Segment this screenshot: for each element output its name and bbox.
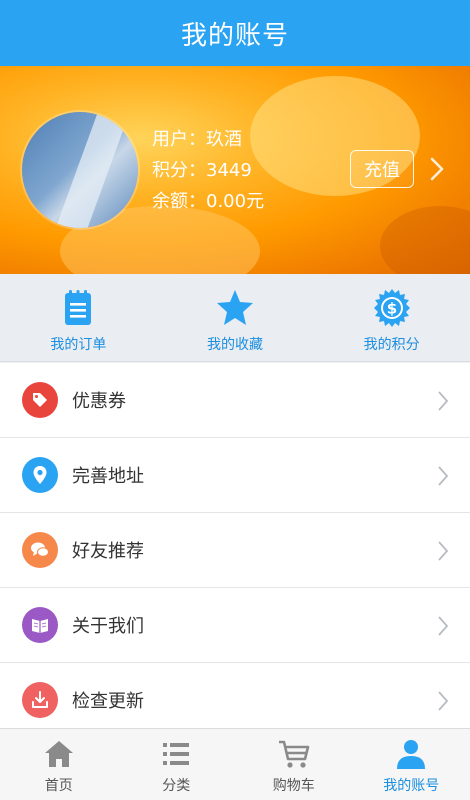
chevron-right-icon[interactable] <box>426 156 448 182</box>
menu-item-label: 完善地址 <box>72 466 144 487</box>
menu-item-address[interactable]: 完善地址 <box>0 438 470 513</box>
menu-item-about[interactable]: 关于我们 <box>0 588 470 663</box>
my-orders-label: 我的订单 <box>50 337 107 353</box>
book-icon <box>22 607 58 643</box>
page-title: 我的账号 <box>180 20 289 51</box>
points-value: 3449 <box>206 160 252 181</box>
menu-item-check-update[interactable]: 检查更新 <box>0 663 470 738</box>
bottom-tab-bar: 首页 分类 购物车 我的账号 <box>0 728 470 800</box>
user-info: 用户： 玖酒 积分： 3449 余额： 0.00元 <box>152 124 264 217</box>
tab-my-account[interactable]: 我的账号 <box>353 729 470 800</box>
menu-item-label: 关于我们 <box>72 616 144 637</box>
quick-actions: 我的订单 我的收藏 $ 我的积分 <box>0 274 470 362</box>
settings-menu: 优惠券 完善地址 好友推荐 关于我们 检查更新 <box>0 363 470 738</box>
menu-item-coupons[interactable]: 优惠券 <box>0 363 470 438</box>
tab-cart-label: 购物车 <box>272 778 315 794</box>
profile-banner: 用户： 玖酒 积分： 3449 余额： 0.00元 充值 <box>0 66 470 274</box>
home-icon <box>44 741 73 767</box>
chevron-right-icon <box>438 466 449 486</box>
menu-item-recommend[interactable]: 好友推荐 <box>0 513 470 588</box>
list-icon <box>163 743 190 765</box>
recharge-button[interactable]: 充值 <box>350 150 414 188</box>
chevron-right-icon <box>438 691 449 711</box>
my-favorites-button[interactable]: 我的收藏 <box>157 274 314 361</box>
svg-text:$: $ <box>386 300 396 318</box>
tab-my-account-label: 我的账号 <box>383 778 440 794</box>
balance-label: 余额： <box>152 191 206 212</box>
menu-item-label: 检查更新 <box>72 691 144 712</box>
chevron-right-icon <box>438 391 449 411</box>
chat-bubbles-icon <box>22 532 58 568</box>
chevron-right-icon <box>438 616 449 636</box>
my-points-button[interactable]: $ 我的积分 <box>313 274 470 361</box>
balance-value: 0.00元 <box>206 191 265 212</box>
menu-item-label: 优惠券 <box>72 391 126 412</box>
user-name-row: 用户： 玖酒 <box>152 124 264 155</box>
tab-home-label: 首页 <box>44 778 73 794</box>
coupon-tag-icon <box>22 382 58 418</box>
coin-icon: $ <box>373 289 410 327</box>
person-icon <box>397 740 426 769</box>
my-favorites-label: 我的收藏 <box>207 337 263 353</box>
cart-icon <box>278 740 310 768</box>
location-pin-icon <box>22 457 58 493</box>
star-icon <box>217 290 253 325</box>
my-points-label: 我的积分 <box>363 337 420 353</box>
points-row: 积分： 3449 <box>152 155 264 186</box>
chevron-right-icon <box>438 541 449 561</box>
user-name: 玖酒 <box>206 129 242 150</box>
tab-category-label: 分类 <box>162 778 191 794</box>
orders-icon <box>65 290 92 325</box>
download-icon <box>22 682 58 718</box>
menu-item-label: 好友推荐 <box>72 541 144 562</box>
tab-category[interactable]: 分类 <box>118 729 236 800</box>
my-orders-button[interactable]: 我的订单 <box>0 274 157 361</box>
user-label: 用户： <box>152 129 206 150</box>
tab-cart[interactable]: 购物车 <box>235 729 353 800</box>
balance-row: 余额： 0.00元 <box>152 186 264 217</box>
title-bar: 我的账号 <box>0 0 470 66</box>
background-shade <box>380 206 470 274</box>
tab-home[interactable]: 首页 <box>0 729 118 800</box>
points-label: 积分： <box>152 160 206 181</box>
avatar[interactable] <box>22 112 138 228</box>
